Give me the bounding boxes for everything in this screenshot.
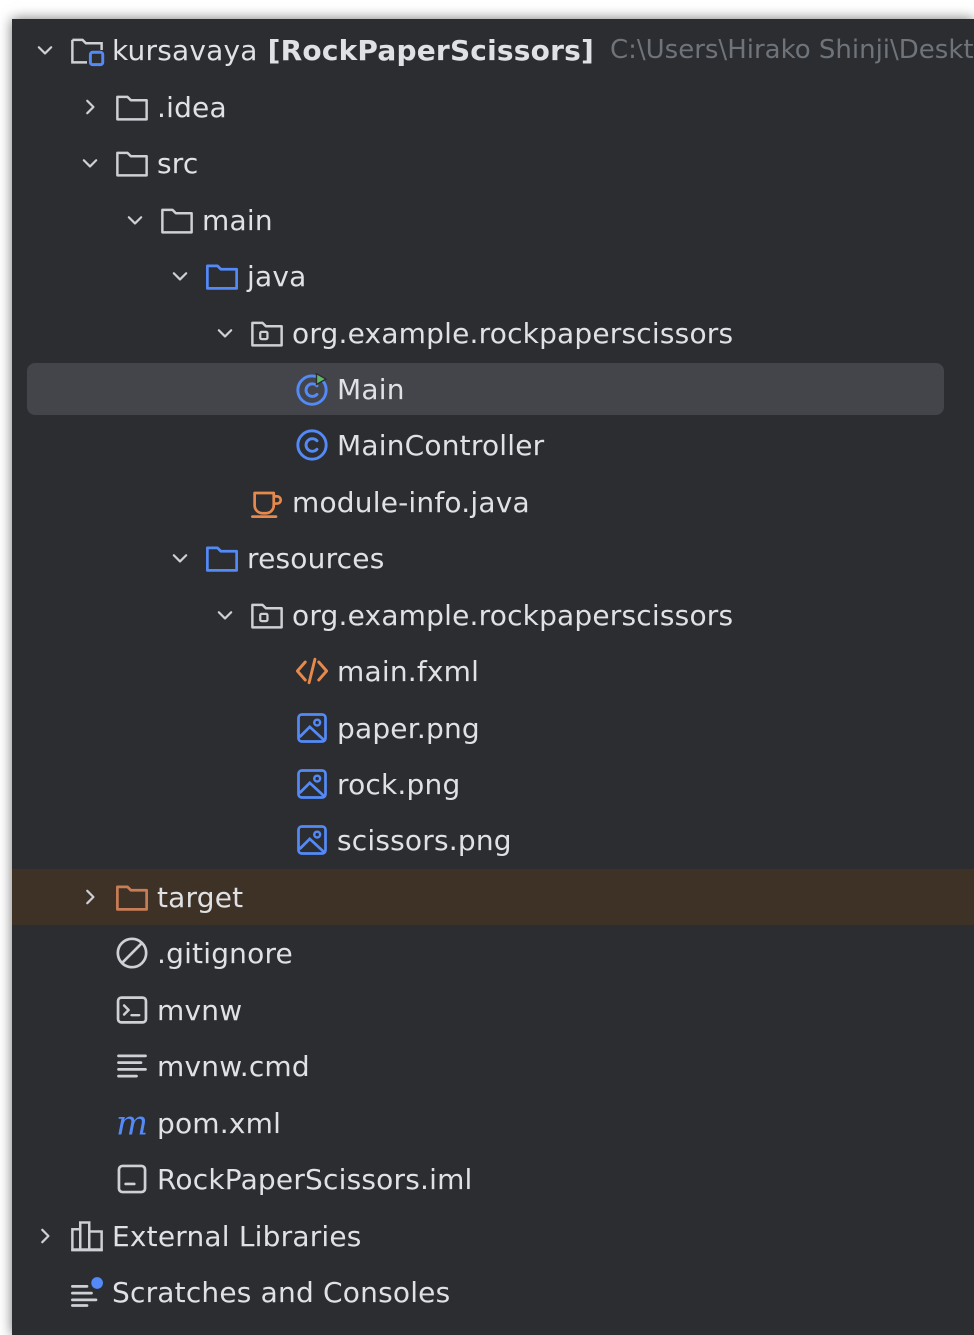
chevron-down-icon[interactable]: [112, 192, 158, 248]
tree-label-scissors-png: scissors.png: [337, 823, 512, 857]
tree-label-target: target: [157, 880, 244, 914]
folder-icon: [158, 201, 196, 239]
library-icon: [68, 1217, 106, 1255]
tree-row-resources-package[interactable]: org.example.rockpaperscissors: [12, 587, 974, 643]
text-file-icon: [113, 1047, 151, 1085]
resources-folder-icon: [203, 539, 241, 577]
terminal-file-icon: [113, 991, 151, 1029]
tree-label-main-fxml: main.fxml: [337, 654, 480, 688]
tree-row-module-info[interactable]: module-info.java: [12, 474, 974, 530]
tree-label-mvnw-cmd: mvnw.cmd: [157, 1049, 310, 1083]
tree-row-resources[interactable]: resources: [12, 530, 974, 586]
image-file-icon: [293, 821, 331, 859]
tree-row-idea[interactable]: .idea: [12, 79, 974, 135]
project-module-name: [RockPaperScissors]: [267, 33, 594, 67]
tree-row-java-package[interactable]: org.example.rockpaperscissors: [12, 305, 974, 361]
project-tool-window: kursavaya [RockPaperScissors] C:\Users\H…: [12, 19, 974, 1335]
chevron-down-icon[interactable]: [22, 22, 68, 78]
tree-label-resources-package: org.example.rockpaperscissors: [292, 598, 734, 632]
tree-row-project-root[interactable]: kursavaya [RockPaperScissors] C:\Users\H…: [12, 22, 974, 78]
tree-row-target[interactable]: target: [12, 869, 974, 925]
tree-label-resources: resources: [247, 541, 385, 575]
module-file-icon: [113, 1160, 151, 1198]
folder-icon: [113, 88, 151, 126]
runnable-class-icon: [293, 370, 331, 408]
tree-row-pom-xml[interactable]: m pom.xml: [12, 1095, 974, 1151]
chevron-right-icon[interactable]: [67, 79, 113, 135]
tree-row-java[interactable]: java: [12, 248, 974, 304]
tree-row-rock-png[interactable]: rock.png: [12, 756, 974, 812]
chevron-right-icon[interactable]: [67, 869, 113, 925]
tree-label-java: java: [247, 259, 307, 293]
ignored-file-icon: [113, 934, 151, 972]
maven-icon: m: [113, 1103, 151, 1142]
tree-row-scissors-png[interactable]: scissors.png: [12, 812, 974, 868]
tree-label-scratches: Scratches and Consoles: [112, 1275, 451, 1309]
tree-label-iml: RockPaperScissors.iml: [157, 1162, 473, 1196]
module-folder-icon: [68, 31, 106, 69]
tree-label-main-controller: MainController: [337, 428, 545, 462]
tree-row-iml[interactable]: RockPaperScissors.iml: [12, 1151, 974, 1207]
tree-label-paper-png: paper.png: [337, 711, 480, 745]
scratches-icon: [68, 1273, 106, 1311]
tree-row-external-libraries[interactable]: External Libraries: [12, 1208, 974, 1264]
chevron-down-icon[interactable]: [157, 530, 203, 586]
tree-row-src[interactable]: src: [12, 135, 974, 191]
package-icon: [248, 596, 286, 634]
tree-row-paper-png[interactable]: paper.png: [12, 700, 974, 756]
excluded-folder-icon: [113, 878, 151, 916]
tree-row-mvnw-cmd[interactable]: mvnw.cmd: [12, 1038, 974, 1094]
chevron-down-icon[interactable]: [67, 135, 113, 191]
tree-label-java-package: org.example.rockpaperscissors: [292, 316, 734, 350]
tree-row-main-class[interactable]: Main: [12, 361, 974, 417]
tree-label-rock-png: rock.png: [337, 767, 461, 801]
tree-label-main-class: Main: [337, 372, 405, 406]
tree-row-main-controller[interactable]: MainController: [12, 417, 974, 473]
tree-row-scratches[interactable]: Scratches and Consoles: [12, 1264, 974, 1320]
chevron-down-icon[interactable]: [202, 305, 248, 361]
tree-label-gitignore: .gitignore: [157, 936, 293, 970]
tree-label-module-info: module-info.java: [292, 485, 530, 519]
tree-label-mvnw: mvnw: [157, 993, 243, 1027]
svg-text:m: m: [116, 1103, 148, 1142]
package-icon: [248, 314, 286, 352]
chevron-right-icon[interactable]: [22, 1208, 68, 1264]
tree-row-gitignore[interactable]: .gitignore: [12, 925, 974, 981]
java-file-icon: [248, 483, 286, 521]
folder-icon: [113, 144, 151, 182]
project-path: C:\Users\Hirako Shinji\Desktop: [609, 35, 974, 65]
tree-row-mvnw[interactable]: mvnw: [12, 982, 974, 1038]
image-file-icon: [293, 765, 331, 803]
chevron-down-icon[interactable]: [202, 587, 248, 643]
tree-label-external-libraries: External Libraries: [112, 1219, 362, 1253]
tree-label-pom-xml: pom.xml: [157, 1106, 282, 1140]
tree-label-idea: .idea: [157, 90, 227, 124]
source-folder-icon: [203, 257, 241, 295]
tree-label-src: src: [157, 146, 199, 180]
tree-row-main-fxml[interactable]: main.fxml: [12, 643, 974, 699]
image-file-icon: [293, 709, 331, 747]
project-name: kursavaya: [112, 33, 258, 67]
tree-row-main[interactable]: main: [12, 192, 974, 248]
selection-highlight: [27, 363, 944, 415]
tree-label-main: main: [202, 203, 273, 237]
xml-tag-icon: [293, 652, 331, 690]
chevron-down-icon[interactable]: [157, 248, 203, 304]
class-icon: [293, 426, 331, 464]
